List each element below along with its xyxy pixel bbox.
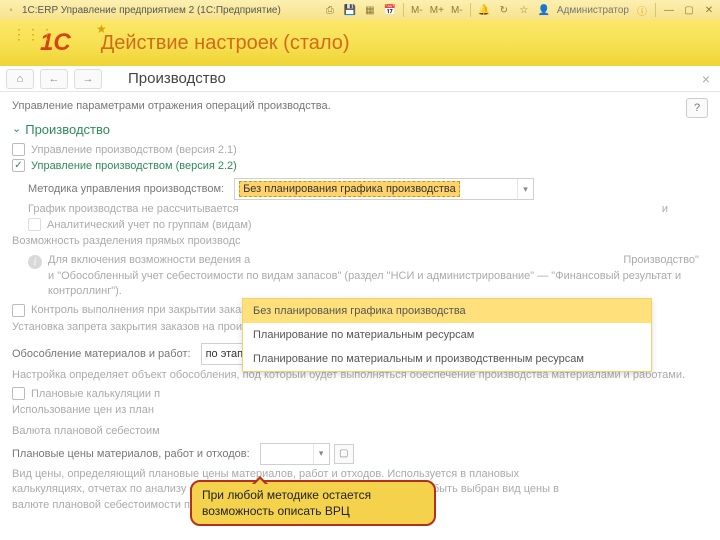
title-bar: ◦ 1С:ERP Управление предприятием 2 (1С:П… xyxy=(0,0,720,20)
prices-label: Плановые цены материалов, работ и отходо… xyxy=(12,448,250,460)
page-description: Управление параметрами отражения операци… xyxy=(12,100,708,112)
checkbox-v22[interactable] xyxy=(12,159,25,172)
info-icon[interactable]: ⓘ xyxy=(635,3,649,17)
zoom-minus-2[interactable]: M- xyxy=(450,3,464,17)
checkbox-plan-calc[interactable] xyxy=(12,387,25,400)
method-hint: График производства не рассчитывается xyxy=(28,203,239,215)
toolbar-save-icon[interactable]: 💾 xyxy=(343,3,357,17)
page-close-button[interactable]: × xyxy=(702,71,710,87)
method-select[interactable]: Без планирования графика производства ▾ xyxy=(234,178,534,200)
checkbox-v21[interactable] xyxy=(12,143,25,156)
toolbar-print-icon[interactable]: ⎙ xyxy=(323,3,337,17)
breadcrumb-title: Производство xyxy=(128,70,226,87)
dropdown-item[interactable]: Без планирования графика производства xyxy=(243,299,651,323)
app-icon: ◦ xyxy=(4,3,18,17)
highlight-band: ⋮⋮⋮ ★ 1C Действие настроек (стало) xyxy=(0,20,720,66)
checkbox-control[interactable] xyxy=(12,304,25,317)
forward-button[interactable]: → xyxy=(74,69,102,89)
dropdown-item[interactable]: Планирование по материальным и производс… xyxy=(243,347,651,371)
isolation-label: Обособление материалов и работ: xyxy=(12,348,191,360)
method-value: Без планирования графика производства xyxy=(239,181,460,197)
checkbox-analytic xyxy=(28,218,41,231)
label-analytic: Аналитический учет по группам (видам) xyxy=(47,219,252,231)
dropdown-item[interactable]: Планирование по материальным ресурсам xyxy=(243,323,651,347)
plan-calc-hint: Использование цен из план xyxy=(12,403,708,418)
method-hint-tail: и xyxy=(662,203,668,215)
nav-row: ⌂ ← → Производство × xyxy=(0,66,720,92)
back-button[interactable]: ← xyxy=(40,69,68,89)
prices-select[interactable]: ▾ xyxy=(260,443,330,465)
app-title: 1С:ERP Управление предприятием 2 (1С:Пре… xyxy=(22,5,281,16)
annotation-callout: При любой методике остается возможность … xyxy=(190,480,436,526)
help-button[interactable]: ? xyxy=(686,98,708,118)
zoom-minus[interactable]: M- xyxy=(410,3,424,17)
method-label: Методика управления производством: xyxy=(28,183,224,195)
label-v21: Управление производством (версия 2.1) xyxy=(31,144,237,156)
user-icon: 👤 xyxy=(537,3,551,17)
window-minimize[interactable]: — xyxy=(662,3,676,17)
label-plan-calc: Плановые калькуляции п xyxy=(31,388,160,400)
info-paragraph: Для включения возможности ведения а Прои… xyxy=(48,253,708,299)
chevron-down-icon[interactable]: ▾ xyxy=(517,179,533,199)
toolbar-grid-icon[interactable]: ▦ xyxy=(363,3,377,17)
method-dropdown: Без планирования графика производства Пл… xyxy=(242,298,652,372)
analytic-hint: Возможность разделения прямых производс xyxy=(12,234,708,249)
zoom-plus[interactable]: M+ xyxy=(430,3,444,17)
content-area: ? Управление параметрами отражения опера… xyxy=(0,92,720,540)
bell-icon[interactable]: 🔔 xyxy=(477,3,491,17)
window-maximize[interactable]: ▢ xyxy=(682,3,696,17)
page-heading: Действие настроек (стало) xyxy=(101,32,350,55)
prices-open-button[interactable]: ▢ xyxy=(334,444,354,464)
user-name: Администратор xyxy=(557,5,629,16)
history-icon[interactable]: ↻ xyxy=(497,3,511,17)
toolbar-calendar-icon[interactable]: 📅 xyxy=(383,3,397,17)
currency-label: Валюта плановой себестоим xyxy=(12,425,160,437)
star-icon[interactable]: ☆ xyxy=(517,3,531,17)
section-production[interactable]: Производство xyxy=(12,122,708,137)
label-v22: Управление производством (версия 2.2) xyxy=(31,160,237,172)
window-close[interactable]: ✕ xyxy=(702,3,716,17)
chevron-down-icon[interactable]: ▾ xyxy=(313,444,329,464)
app-menu-grid-icon[interactable]: ⋮⋮⋮ xyxy=(12,26,54,43)
section-title: Производство xyxy=(25,122,110,137)
home-button[interactable]: ⌂ xyxy=(6,69,34,89)
star-band-icon[interactable]: ★ xyxy=(96,22,107,36)
info-bullet-icon: i xyxy=(28,255,42,269)
